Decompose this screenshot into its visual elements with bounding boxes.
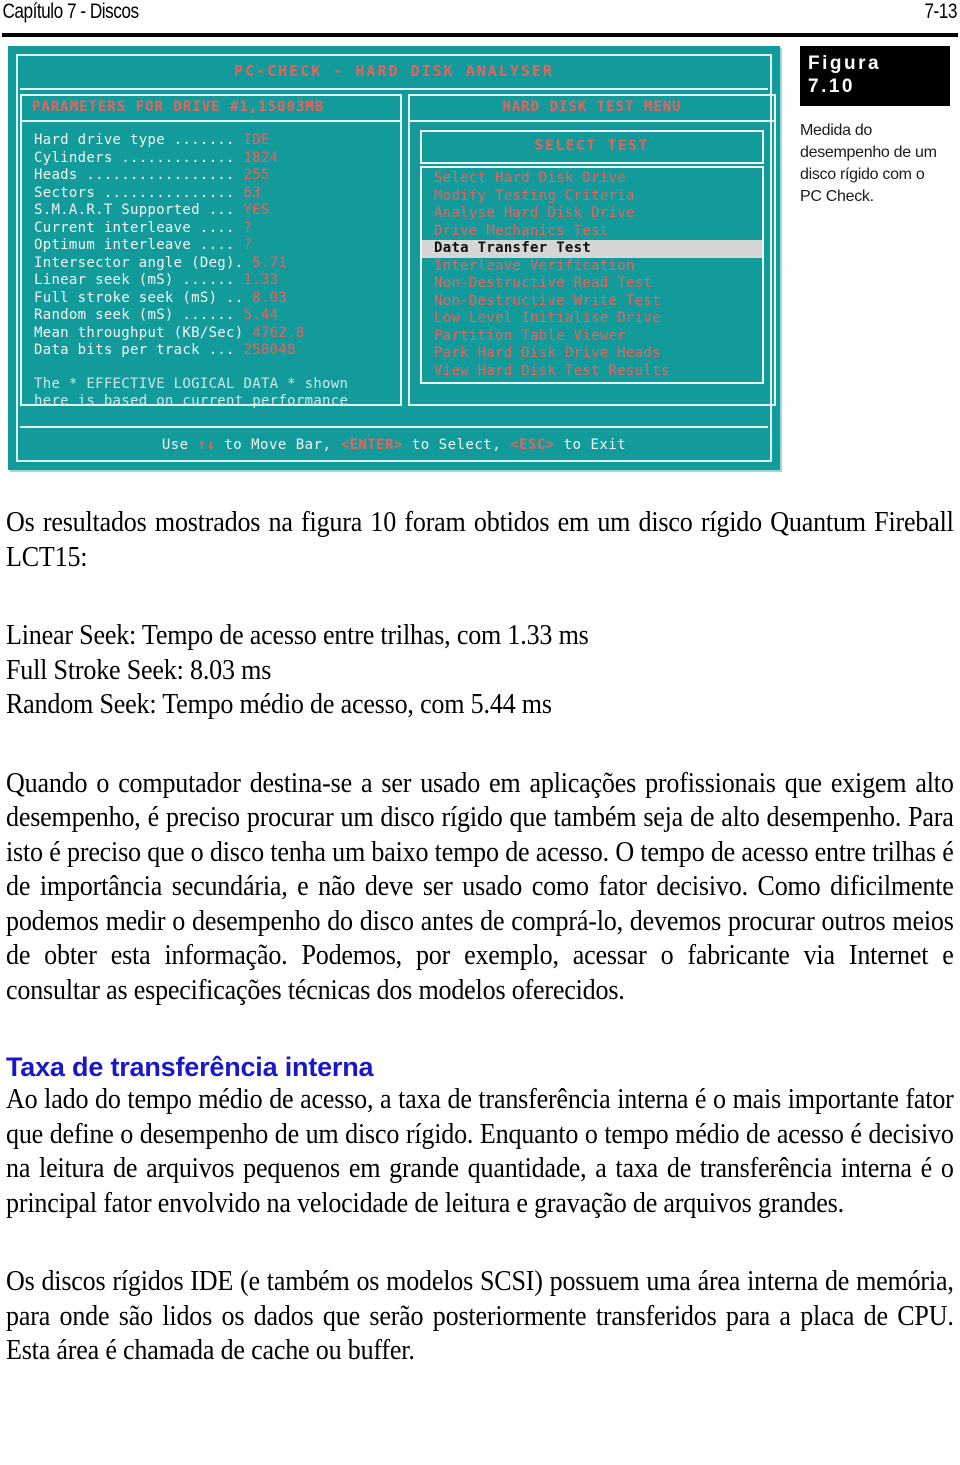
section-heading-taxa-transferencia: Taxa de transferência interna	[6, 1052, 374, 1082]
drive-parameter-label: Heads .................	[34, 167, 244, 183]
paragraph-transfer-rate: Ao lado do tempo médio de acesso, a taxa…	[6, 1084, 954, 1219]
drive-parameter-label: Intersector angle (Deg).	[34, 254, 253, 271]
drive-parameter-row: Heads ................. 255	[34, 167, 400, 185]
drive-parameter-value: 1.33	[243, 272, 279, 288]
drive-parameter-row: Mean throughput (KB/Sec) 4762.8	[34, 325, 400, 343]
test-menu-item[interactable]: Select Hard Disk Drive	[422, 170, 762, 188]
drive-parameter-value: 63	[243, 184, 261, 201]
drive-parameter-value: 8.03	[252, 289, 288, 306]
drive-parameter-row: Cylinders ............. 1824	[34, 150, 400, 168]
status-text-1: Use	[161, 437, 198, 453]
drive-parameter-label: Full stroke seek (mS) ..	[34, 289, 253, 306]
enter-key-label: <ENTER>	[340, 437, 403, 453]
spec-line-linear-seek: Linear Seek: Tempo de acesso entre trilh…	[6, 620, 589, 651]
test-menu-heading: HARD DISK TEST MENU	[410, 96, 774, 122]
dos-status-bar: Use ↑↓ to Move Bar, <ENTER> to Select, <…	[20, 426, 768, 458]
drive-parameter-label: Sectors ...............	[34, 184, 244, 201]
drive-parameter-value: 4762.8	[252, 324, 305, 341]
esc-key-label: <ESC>	[510, 437, 555, 453]
test-menu-item[interactable]: Drive Mechanics Test	[422, 223, 762, 241]
effective-logical-data-note: The * EFFECTIVE LOGICAL DATA * shown her…	[22, 376, 400, 411]
drive-parameter-label: Linear seek (mS) ......	[34, 272, 244, 288]
drive-parameter-row: Random seek (mS) ...... 5.44	[34, 307, 400, 325]
drive-parameter-row: Hard drive type ....... IDE	[34, 132, 400, 150]
page-running-header: Capítulo 7 - Discos 7-13	[0, 0, 959, 36]
page-number: 7-13	[924, 0, 957, 23]
drive-parameter-value: IDE	[243, 132, 270, 148]
drive-parameter-row: Optimum interleave .... ?	[34, 237, 400, 255]
status-text-3: to Select,	[402, 437, 511, 453]
figure-caption-text: Medida do desempenho de um disco rígido …	[800, 122, 937, 205]
test-menu-item[interactable]: View Hard Disk Test Results	[422, 363, 762, 381]
test-menu-item[interactable]: Non-Destructive Write Test	[422, 293, 762, 311]
drive-parameter-label: Data bits per track ...	[34, 342, 244, 358]
paragraph-cache-buffer: Os discos rígidos IDE (e também os model…	[6, 1266, 954, 1366]
paragraph-performance: Quando o computador destina-se a ser usa…	[6, 767, 954, 1006]
test-menu-item[interactable]: Non-Destructive Read Test	[422, 275, 762, 293]
spec-line-full-stroke-seek: Full Stroke Seek: 8.03 ms	[6, 654, 272, 686]
header-divider-rule	[2, 33, 958, 37]
figure-number-tag: Figura 7.10	[800, 46, 950, 106]
spec-line-random-seek: Random Seek: Tempo médio de acesso, com …	[6, 689, 552, 720]
test-menu-item[interactable]: Low Level Initialise Drive	[422, 310, 762, 328]
test-menu-item[interactable]: Modify Testing Criteria	[422, 188, 762, 206]
test-menu-list[interactable]: Select Hard Disk Drive Modify Testing Cri…	[420, 166, 764, 384]
note-line-1: The * EFFECTIVE LOGICAL DATA * shown	[34, 375, 349, 392]
drive-parameter-label: Hard drive type .......	[34, 132, 244, 148]
note-line-2: here is based on current performance	[34, 393, 349, 409]
hard-disk-test-menu-panel: HARD DISK TEST MENU SELECT TEST Select H…	[408, 94, 776, 406]
drive-parameter-row: S.M.A.R.T Supported ... YES	[34, 202, 400, 220]
drive-parameter-value: ?	[243, 237, 253, 253]
drive-parameter-value: 5.71	[252, 254, 288, 271]
drive-parameter-row: Current interleave .... ?	[34, 220, 400, 238]
drive-parameters-list: Hard drive type ....... IDE Cylinders ...…	[22, 122, 400, 360]
test-menu-item[interactable]: Park Hard Disk Drive Heads	[422, 345, 762, 363]
drive-parameter-label: Random seek (mS) ......	[34, 307, 244, 323]
drive-parameter-label: S.M.A.R.T Supported ...	[34, 202, 244, 218]
arrow-keys-icon: ↑↓	[197, 437, 216, 453]
select-test-label: SELECT TEST	[420, 130, 764, 164]
drive-parameter-label: Optimum interleave ....	[34, 237, 244, 253]
drive-parameters-panel: PARAMETERS FOR DRIVE #1,15003MB Hard dri…	[20, 94, 402, 409]
dos-screen-title: PC-CHECK - HARD DISK ANALYSER	[20, 58, 768, 90]
test-menu-item[interactable]: Partition Table Viewer	[422, 328, 762, 346]
test-menu-item-selected[interactable]: Data Transfer Test	[422, 240, 762, 258]
paragraph-intro: Os resultados mostrados na figura 10 for…	[6, 507, 954, 573]
drive-parameter-value: 258048	[243, 342, 296, 358]
status-text-4: to Exit	[554, 437, 627, 453]
drive-parameter-row: Data bits per track ... 258048	[34, 342, 400, 360]
drive-parameter-value: ?	[243, 219, 253, 236]
drive-parameter-value: YES	[243, 202, 270, 218]
body-text-column: Os resultados mostrados na figura 10 for…	[6, 506, 954, 1369]
figure-caption-block: Figura 7.10 Medida do desempenho de um d…	[800, 46, 950, 208]
figure-tag-line-2: 7.10	[808, 76, 855, 97]
drive-parameter-label: Cylinders .............	[34, 149, 244, 166]
dos-screen: PC-CHECK - HARD DISK ANALYSER PARAMETERS…	[8, 46, 780, 470]
figure-tag-line-1: Figura	[808, 53, 882, 74]
figure-7-10: PC-CHECK - HARD DISK ANALYSER PARAMETERS…	[8, 46, 780, 470]
drive-parameter-row: Full stroke seek (mS) .. 8.03	[34, 290, 400, 308]
drive-parameter-label: Current interleave ....	[34, 219, 244, 236]
drive-parameter-row: Sectors ............... 63	[34, 185, 400, 203]
drive-parameter-label: Mean throughput (KB/Sec)	[34, 324, 253, 341]
drive-parameters-heading: PARAMETERS FOR DRIVE #1,15003MB	[22, 96, 400, 122]
drive-parameter-value: 1824	[243, 149, 279, 166]
drive-parameter-value: 255	[243, 167, 270, 183]
drive-parameter-row: Linear seek (mS) ...... 1.33	[34, 272, 400, 290]
chapter-title: Capítulo 7 - Discos	[2, 0, 139, 23]
test-menu-item[interactable]: Interleave Verification	[422, 258, 762, 276]
drive-parameter-row: Intersector angle (Deg). 5.71	[34, 255, 400, 273]
test-menu-item[interactable]: Analyse Hard Disk Drive	[422, 205, 762, 223]
status-text-2: to Move Bar,	[215, 437, 341, 453]
drive-parameter-value: 5.44	[243, 307, 279, 323]
